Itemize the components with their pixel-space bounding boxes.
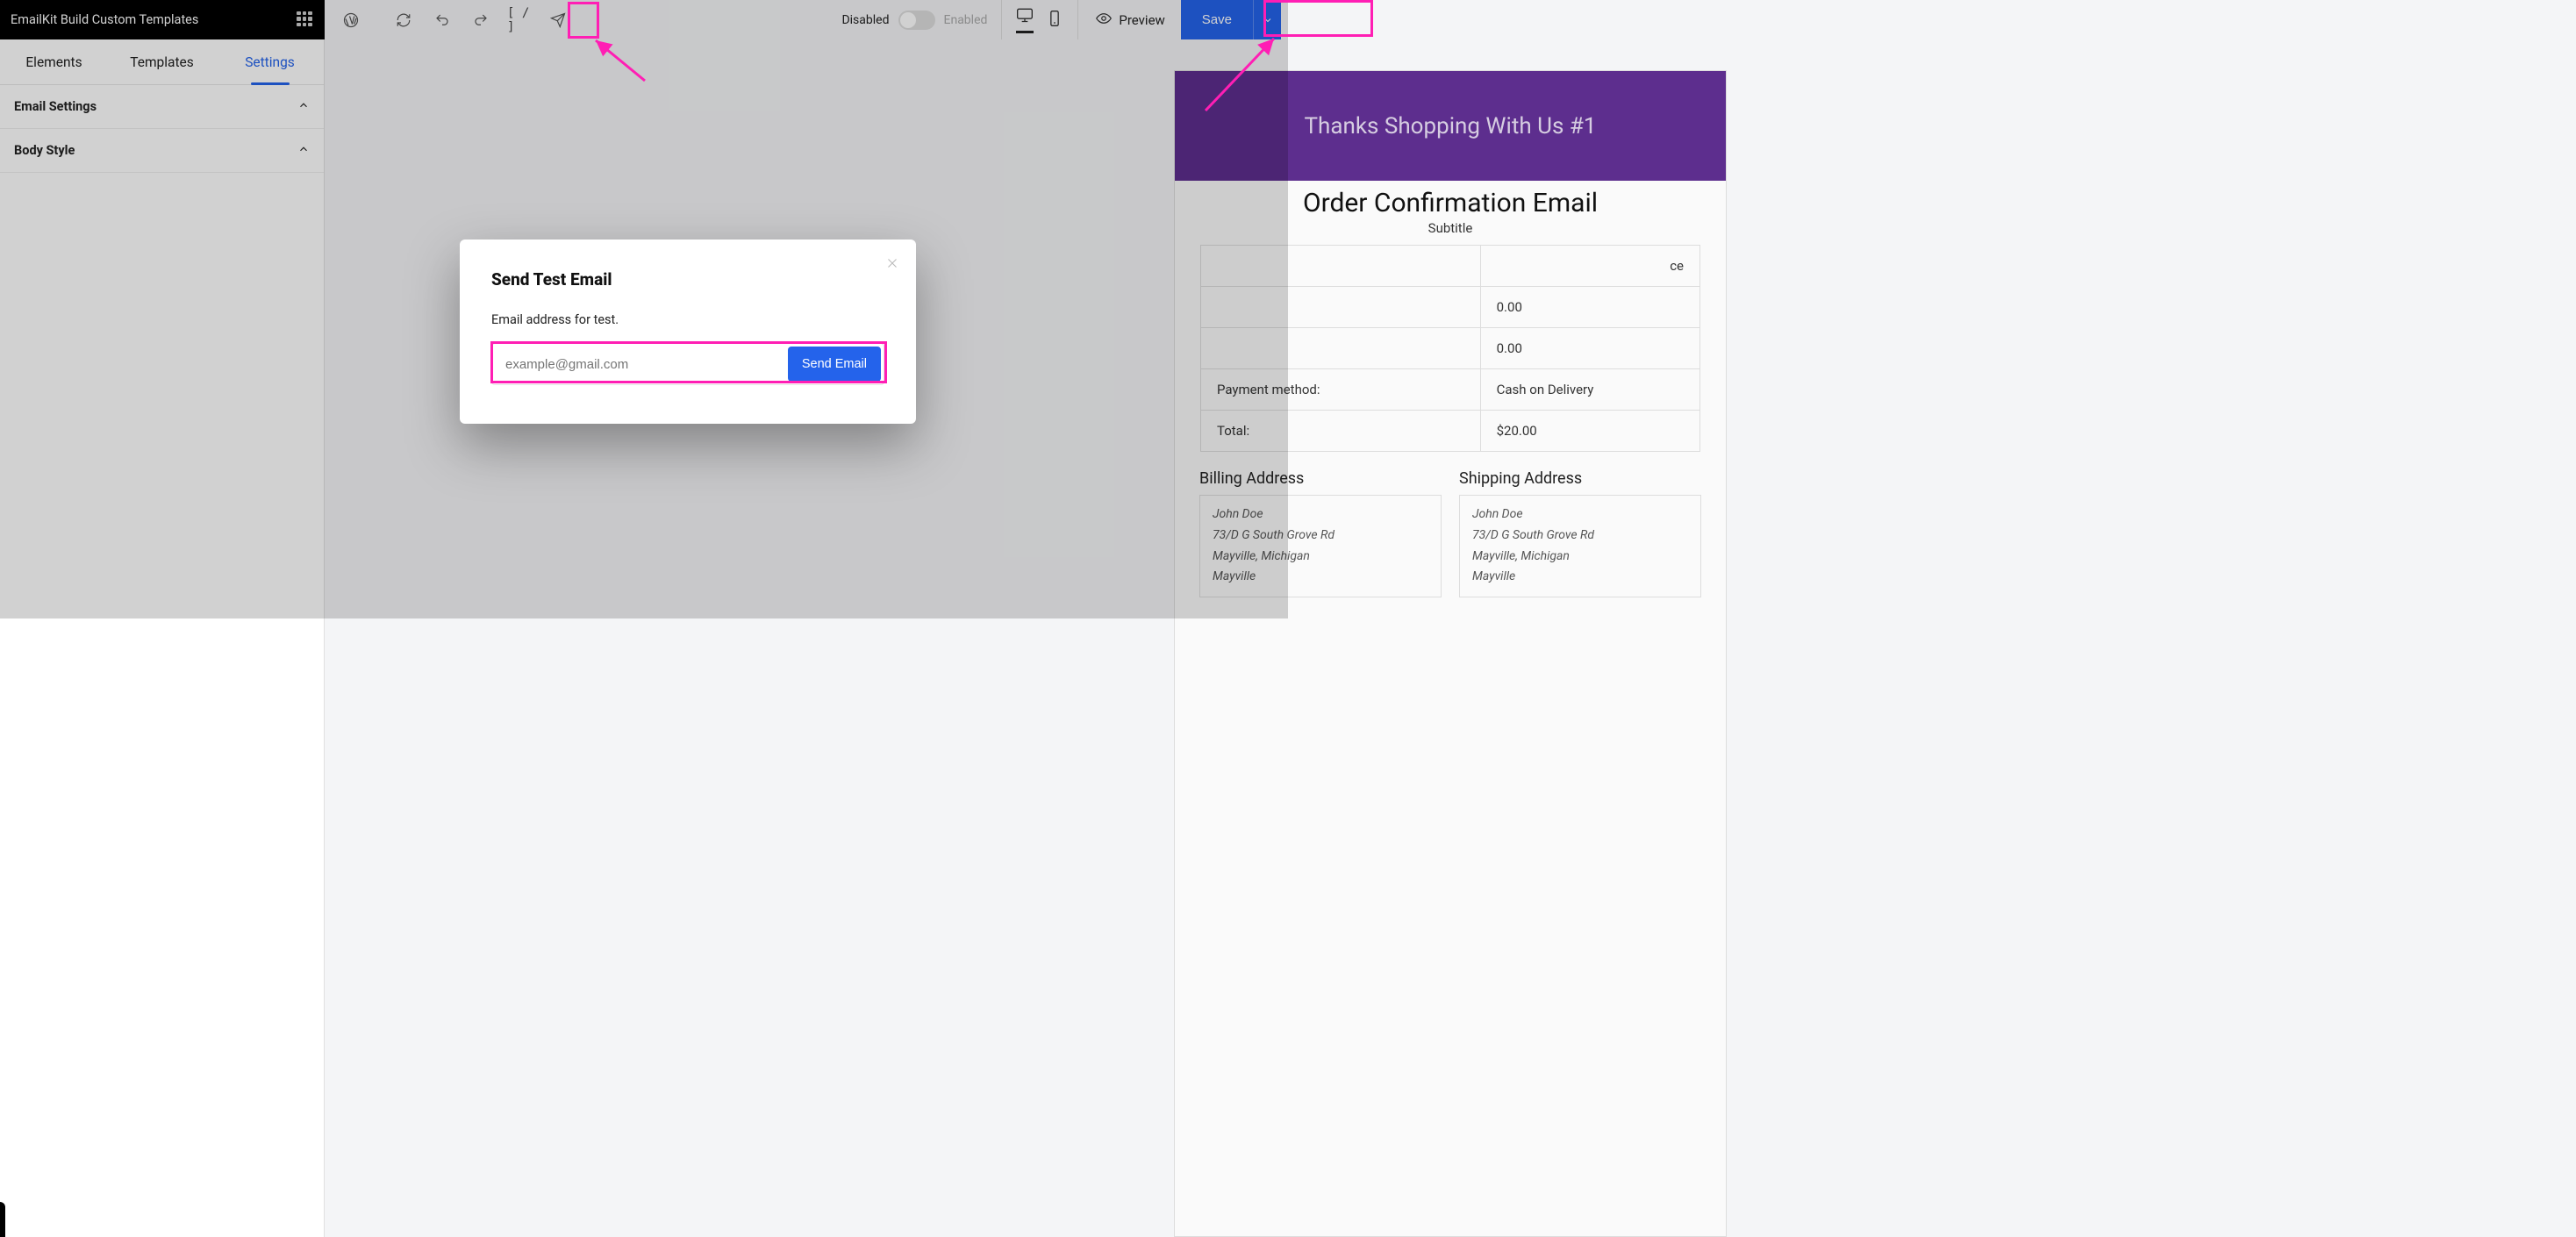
send-email-button[interactable]: Send Email (788, 347, 881, 382)
insert-shortcode-button[interactable]: [ / ] (500, 0, 539, 39)
accordion-email-settings[interactable]: Email Settings (0, 85, 324, 129)
brand-title: EmailKit Build Custom Templates (11, 12, 198, 27)
shipping-address-title[interactable]: Shipping Address (1459, 469, 1701, 488)
eye-icon (1096, 11, 1112, 30)
preview-label: Preview (1119, 12, 1164, 28)
undo-icon[interactable] (423, 0, 462, 39)
close-icon[interactable] (884, 255, 900, 271)
send-test-icon[interactable] (539, 0, 577, 39)
billing-address-title[interactable]: Billing Address (1199, 469, 1442, 488)
send-test-email-modal: Send Test Email Email address for test. … (460, 240, 916, 424)
wordpress-icon[interactable] (332, 0, 370, 39)
save-button[interactable]: Save (1181, 0, 1253, 39)
shipping-address-box[interactable]: John Doe 73/D G South Grove Rd Mayville,… (1459, 495, 1701, 597)
order-subtitle[interactable]: Subtitle (1175, 220, 1726, 236)
desktop-device-icon[interactable] (1016, 6, 1034, 33)
redo-icon[interactable] (462, 0, 500, 39)
toggle-enabled-label: Enabled (944, 13, 988, 27)
enable-toggle[interactable] (898, 11, 935, 30)
chevron-up-icon (297, 143, 310, 159)
mobile-device-icon[interactable] (1046, 10, 1063, 31)
preview-button[interactable]: Preview (1080, 11, 1180, 30)
billing-address-box[interactable]: John Doe 73/D G South Grove Rd Mayville,… (1199, 495, 1442, 597)
refresh-icon[interactable] (384, 0, 423, 39)
tab-settings[interactable]: Settings (216, 39, 324, 84)
save-dropdown-button[interactable] (1253, 0, 1281, 39)
toggle-disabled-label: Disabled (841, 13, 889, 27)
accordion-body-style[interactable]: Body Style (0, 129, 324, 173)
modal-label: Email address for test. (491, 312, 884, 327)
tab-elements[interactable]: Elements (0, 39, 108, 84)
chevron-up-icon (297, 99, 310, 115)
test-email-input-row: Send Email (491, 343, 884, 385)
modal-title: Send Test Email (491, 269, 884, 290)
test-email-input[interactable] (495, 348, 788, 381)
order-title[interactable]: Order Confirmation Email (1175, 188, 1726, 218)
order-summary-table[interactable]: ce 0.00 0.00 Payment method:Cash on Deli… (1200, 245, 1700, 452)
apps-grid-icon[interactable] (297, 11, 314, 29)
tab-templates[interactable]: Templates (108, 39, 216, 84)
email-banner[interactable]: Thanks Shopping With Us #1 (1175, 71, 1726, 181)
